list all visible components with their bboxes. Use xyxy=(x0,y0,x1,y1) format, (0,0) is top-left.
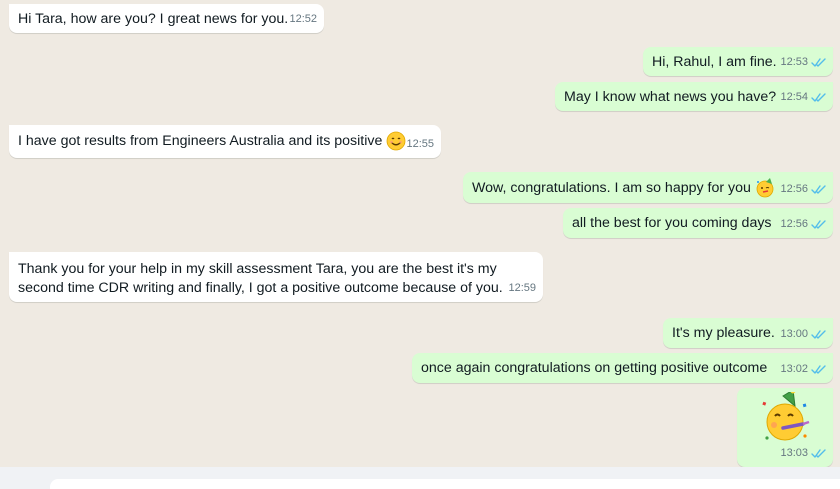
smiling-face-icon xyxy=(386,131,406,151)
message-time: 13:02 xyxy=(780,363,808,375)
message-incoming[interactable]: Hi Tara, how are you? I great news for y… xyxy=(9,4,324,33)
message-time: 13:03 xyxy=(780,447,808,459)
message-meta: 12:54 xyxy=(780,88,827,107)
message-text: It's my pleasure. xyxy=(672,325,775,341)
message-outgoing[interactable]: It's my pleasure. 13:00 xyxy=(663,318,833,348)
message-text: Wow, congratulations. I am so happy for … xyxy=(472,179,751,196)
message-text: May I know what news you have? xyxy=(564,89,777,105)
message-outgoing[interactable]: once again congratulations on getting po… xyxy=(412,353,833,383)
message-time: 13:00 xyxy=(780,328,808,340)
message-meta: 12:52 xyxy=(289,10,317,29)
message-time: 12:55 xyxy=(406,138,434,150)
chat-area: Hi Tara, how are you? I great news for y… xyxy=(0,0,840,489)
message-outgoing[interactable]: all the best for you coming days 12:56 xyxy=(563,208,833,238)
message-text: once again congratulations on getting po… xyxy=(421,360,768,376)
message-meta: 13:03 xyxy=(780,444,827,463)
message-incoming[interactable]: I have got results from Engineers Austra… xyxy=(9,125,441,158)
message-text-line: Thank you for your help in my skill asse… xyxy=(18,261,497,277)
double-check-icon xyxy=(811,365,826,374)
message-outgoing[interactable]: Wow, congratulations. I am so happy for … xyxy=(463,172,833,203)
composer-bar xyxy=(0,467,840,489)
message-meta: 13:00 xyxy=(780,325,827,344)
double-check-icon xyxy=(811,449,826,458)
message-time: 12:53 xyxy=(780,56,808,68)
message-meta: 12:53 xyxy=(780,53,827,72)
message-input[interactable] xyxy=(50,479,840,489)
message-text: all the best for you coming days xyxy=(572,215,772,231)
message-time: 12:56 xyxy=(780,218,808,230)
message-incoming[interactable]: Thank you for your help in my skill asse… xyxy=(9,252,543,302)
message-time: 12:52 xyxy=(289,13,317,25)
double-check-icon xyxy=(811,185,826,194)
message-time: 12:59 xyxy=(508,282,536,294)
message-text-line: second time CDR writing and finally, I g… xyxy=(18,280,503,296)
double-check-icon xyxy=(811,330,826,339)
message-text: Hi, Rahul, I am fine. xyxy=(652,54,777,70)
message-text: Hi Tara, how are you? I great news for y… xyxy=(18,11,289,27)
message-outgoing[interactable]: May I know what news you have? 12:54 xyxy=(555,82,833,111)
message-outgoing[interactable]: Hi, Rahul, I am fine. 12:53 xyxy=(643,47,833,76)
message-time: 12:54 xyxy=(780,91,808,103)
message-outgoing-sticker[interactable]: 13:03 xyxy=(737,388,833,467)
message-text: I have got results from Engineers Austra… xyxy=(18,132,383,149)
message-meta: 12:55 xyxy=(406,135,434,154)
message-meta: 12:56 xyxy=(780,180,827,199)
double-check-icon xyxy=(811,220,826,229)
double-check-icon xyxy=(811,93,826,102)
message-meta: 12:59 xyxy=(508,279,536,298)
message-time: 12:56 xyxy=(780,183,808,195)
party-face-icon xyxy=(756,178,774,198)
party-face-icon xyxy=(762,392,810,441)
message-meta: 13:02 xyxy=(780,360,827,379)
message-meta: 12:56 xyxy=(780,215,827,234)
double-check-icon xyxy=(811,58,826,67)
